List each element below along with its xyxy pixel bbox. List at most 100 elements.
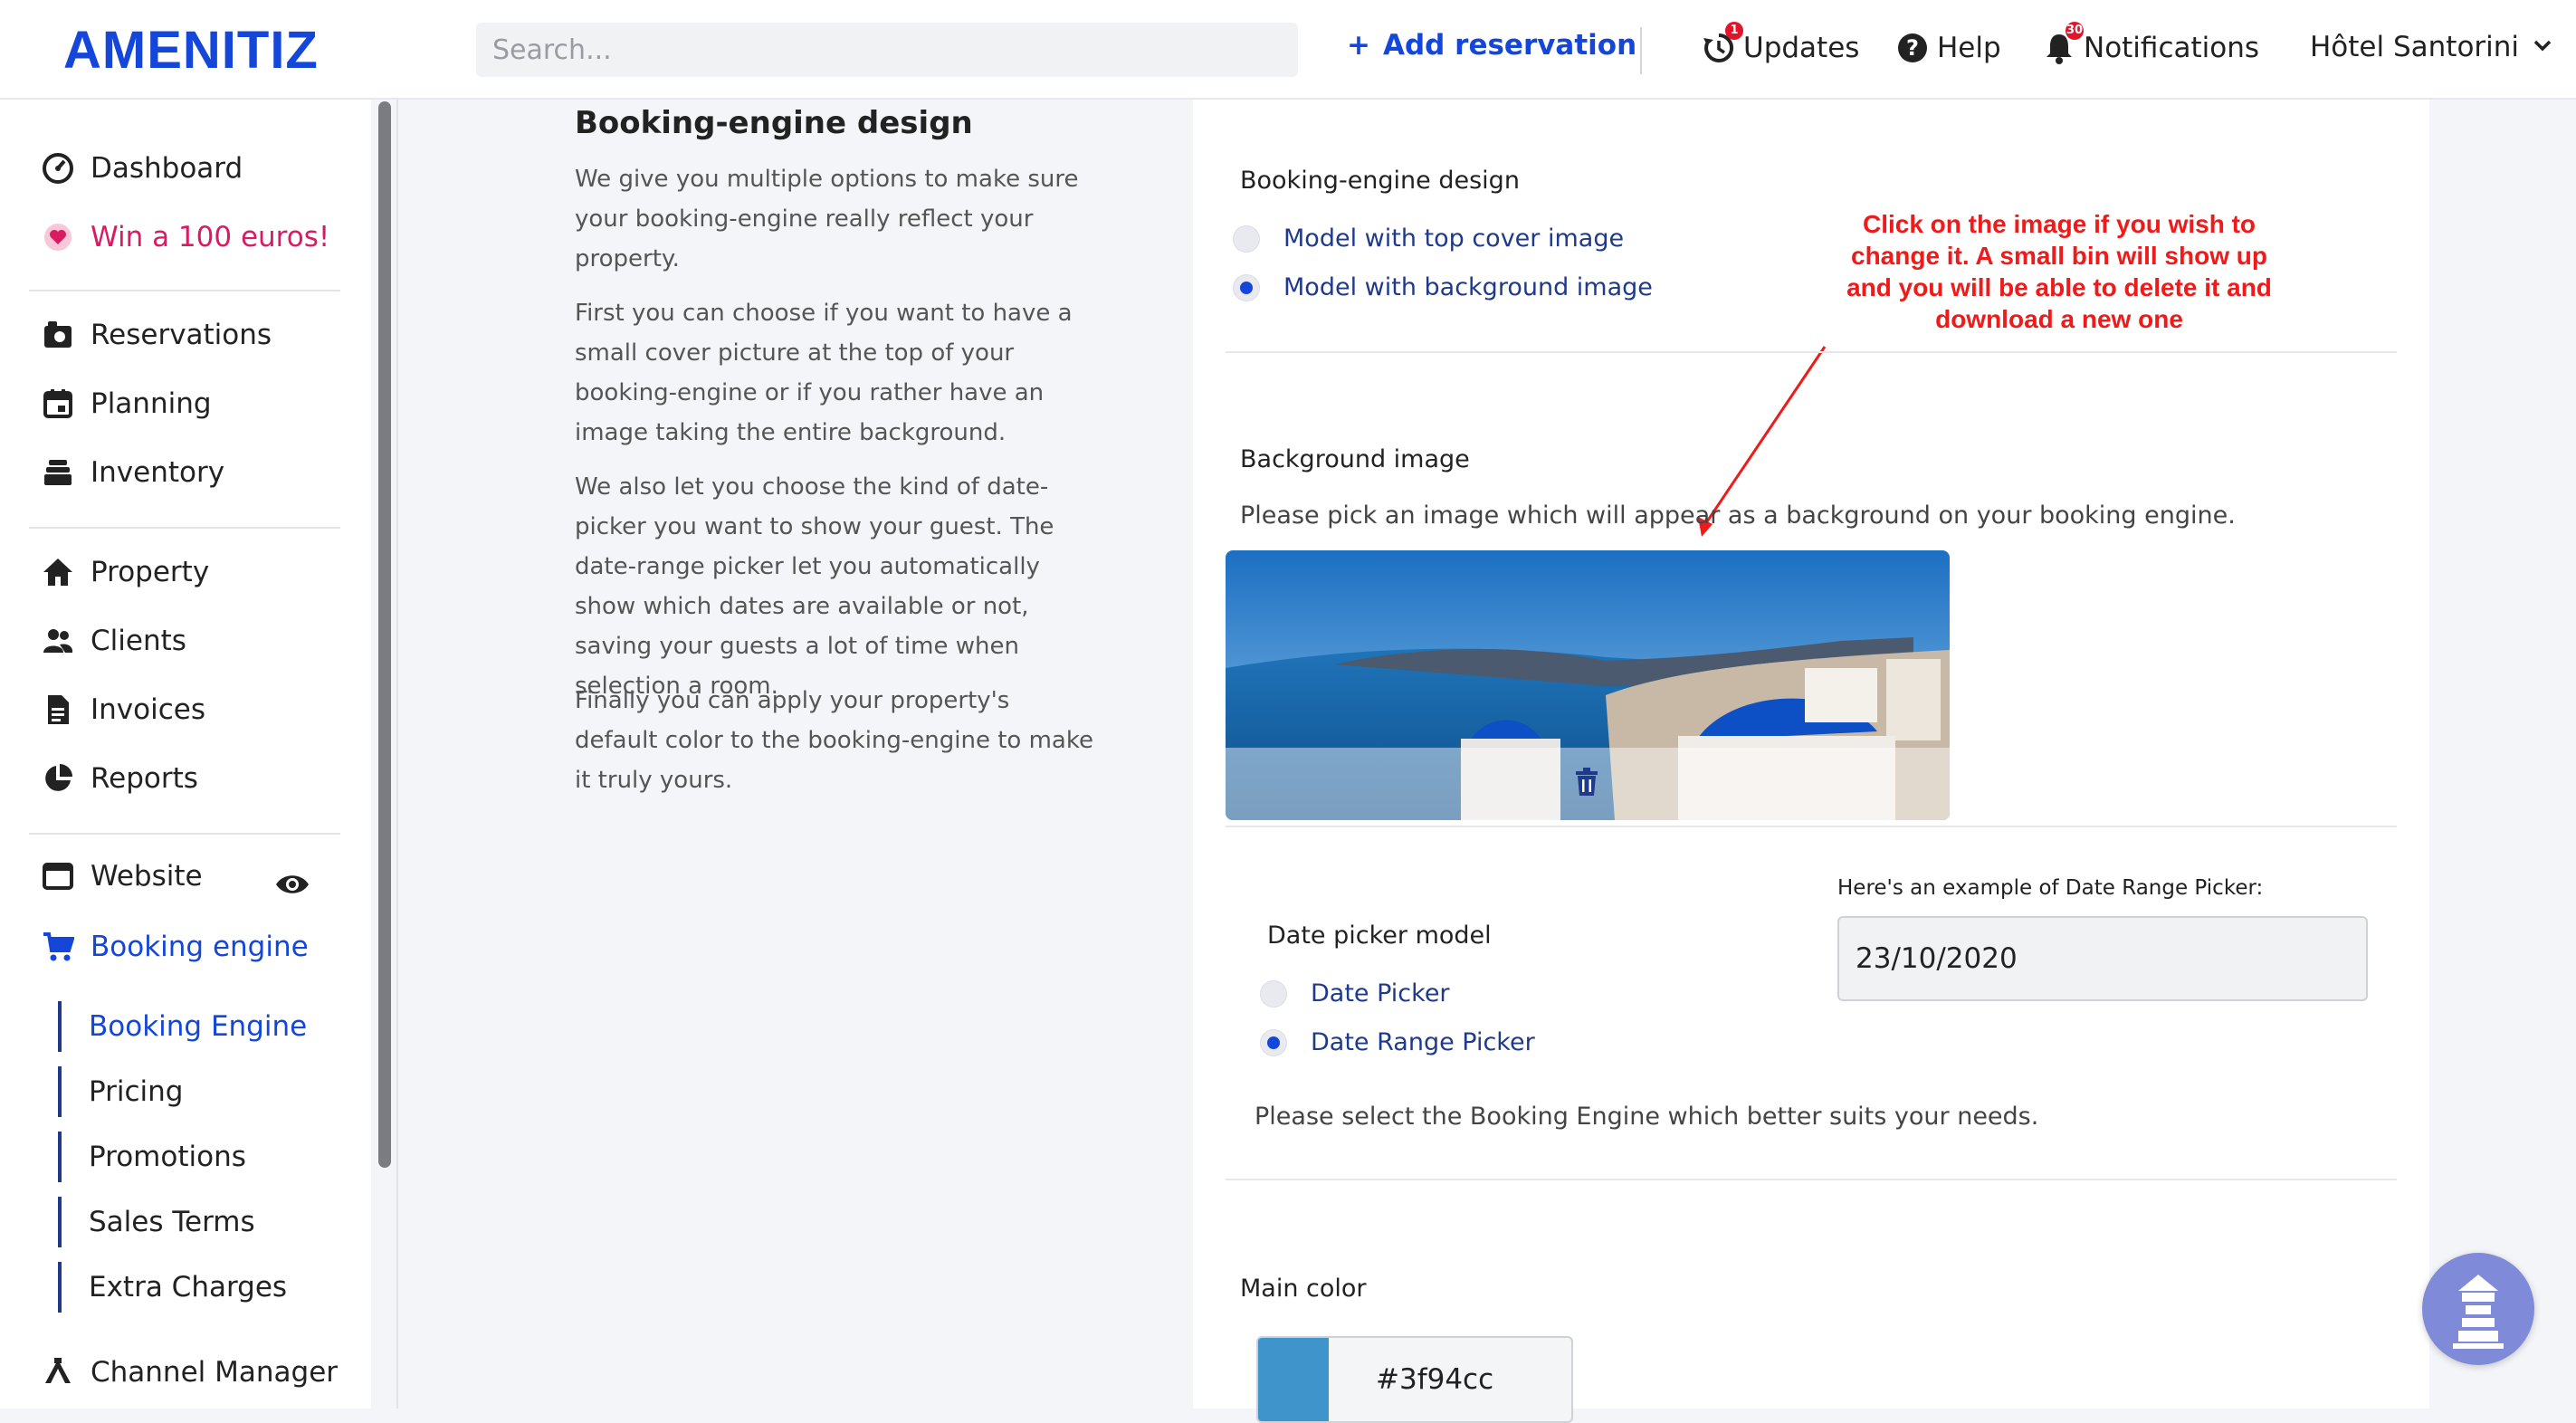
- trash-icon[interactable]: [1575, 768, 1598, 801]
- datepicker-label: Date picker model: [1267, 922, 1492, 950]
- subitem-label: Booking Engine: [89, 1010, 308, 1043]
- date-example-label: Here's an example of Date Range Picker:: [1837, 876, 2264, 900]
- sidebar-item-reports[interactable]: Reports: [42, 762, 198, 795]
- sidebar-label-invoices: Invoices: [91, 693, 205, 726]
- sidebar-item-clients[interactable]: Clients: [42, 625, 186, 657]
- question-circle-icon: ?: [1895, 31, 1930, 65]
- browser-window-icon: [42, 860, 74, 893]
- description-paragraph: We give you multiple options to make sur…: [575, 166, 1079, 272]
- sidebar-item-planning[interactable]: Planning: [42, 387, 212, 420]
- hotel-name: Hôtel Santorini: [2310, 31, 2520, 63]
- updates-badge: 1: [1725, 22, 1743, 40]
- sidebar-item-property[interactable]: Property: [42, 556, 209, 588]
- sidebar-label-website: Website: [91, 860, 203, 893]
- amenitiz-logo[interactable]: AMENITIZ: [63, 20, 319, 81]
- invoice-icon: [42, 693, 74, 726]
- help-label: Help: [1937, 32, 2001, 64]
- radio-button[interactable]: [1260, 1028, 1287, 1056]
- section-divider: [1226, 1179, 2397, 1180]
- sidebar-divider: [29, 290, 340, 291]
- radio-label: Date Range Picker: [1311, 1028, 1535, 1056]
- radio-background[interactable]: Model with background image: [1233, 273, 1653, 301]
- section-divider: [1226, 826, 2397, 827]
- annotation-text: Click on the image if you wish to change…: [1846, 210, 2272, 333]
- date-range-example-input[interactable]: [1837, 916, 2368, 1001]
- pie-chart-icon: [42, 762, 74, 795]
- sidebar-item-win[interactable]: Win a 100 euros!: [42, 221, 329, 253]
- subitem-label: Sales Terms: [89, 1206, 255, 1238]
- top-bar: AMENITIZ + Add reservation 1 Updates ? He…: [0, 0, 2576, 100]
- design-label: Booking-engine design: [1240, 167, 1520, 195]
- radio-button[interactable]: [1260, 979, 1287, 1008]
- lighthouse-icon: [2453, 1275, 2504, 1349]
- radio-date-picker[interactable]: Date Picker: [1260, 979, 1450, 1008]
- sidebar-item-inventory[interactable]: Inventory: [42, 456, 224, 489]
- sidebar-item-booking-engine[interactable]: Booking engine: [42, 931, 309, 963]
- add-reservation-button[interactable]: + Add reservation: [1347, 29, 1636, 62]
- sidebar-label-win: Win a 100 euros!: [91, 221, 330, 253]
- background-help: Please pick an image which will appear a…: [1240, 501, 2236, 530]
- layers-icon: [42, 456, 74, 489]
- sidebar-subitem-extra-charges[interactable]: Extra Charges: [58, 1262, 287, 1313]
- sidebar-subitem-promotions[interactable]: Promotions: [58, 1132, 246, 1182]
- section-divider: [1226, 351, 2397, 353]
- sidebar-divider: [29, 833, 340, 835]
- sidebar-subitem-booking-engine[interactable]: Booking Engine: [58, 1001, 307, 1052]
- sidebar-subitem-pricing[interactable]: Pricing: [58, 1066, 184, 1117]
- sidebar-item-channel-manager[interactable]: Channel Manager: [42, 1356, 338, 1389]
- subitem-label: Promotions: [89, 1141, 246, 1173]
- cart-icon: [42, 931, 75, 963]
- notifications-label: Notifications: [2084, 32, 2260, 64]
- background-label: Background image: [1240, 445, 1470, 473]
- svg-text:?: ?: [1906, 35, 1919, 61]
- channel-manager-icon: [42, 1356, 74, 1389]
- radio-button[interactable]: [1233, 273, 1260, 301]
- chat-support-button[interactable]: [2422, 1253, 2534, 1365]
- subitem-label: Pricing: [89, 1075, 184, 1108]
- sidebar-divider: [29, 527, 340, 529]
- main-color-label: Main color: [1240, 1275, 1367, 1303]
- radio-button[interactable]: [1233, 224, 1260, 253]
- sidebar-item-dashboard[interactable]: Dashboard: [42, 152, 243, 185]
- hotel-selector[interactable]: Hôtel Santorini: [2310, 31, 2553, 63]
- calendar-icon: [42, 387, 74, 420]
- subitem-label: Extra Charges: [89, 1271, 288, 1304]
- description-paragraph: Finally you can apply your property's de…: [575, 687, 1093, 794]
- description-paragraph: We also let you choose the kind of date-…: [575, 473, 1054, 700]
- radio-date-range-picker[interactable]: Date Range Picker: [1260, 1028, 1535, 1056]
- radio-label: Model with background image: [1283, 273, 1653, 301]
- datepicker-help: Please select the Booking Engine which b…: [1255, 1103, 2039, 1131]
- sidebar-label-booking-engine: Booking engine: [91, 931, 309, 963]
- chevron-down-icon: [2532, 31, 2553, 63]
- sidebar: Dashboard Win a 100 euros! Reservations …: [0, 100, 371, 1409]
- search-input[interactable]: [476, 23, 1298, 77]
- sidebar-label-dashboard: Dashboard: [91, 152, 243, 185]
- add-reservation-label: Add reservation: [1382, 29, 1637, 62]
- eye-icon[interactable]: [274, 871, 310, 903]
- home-icon: [42, 556, 74, 588]
- color-value[interactable]: #3f94cc: [1329, 1338, 1571, 1421]
- description-title: Booking-engine design: [575, 105, 973, 141]
- updates-label: Updates: [1743, 32, 1860, 64]
- notifications-button[interactable]: 30 Notifications: [2042, 22, 2260, 65]
- background-image[interactable]: [1226, 550, 1950, 820]
- sidebar-item-invoices[interactable]: Invoices: [42, 693, 205, 726]
- sidebar-label-planning: Planning: [91, 387, 212, 420]
- main-color-picker[interactable]: #3f94cc: [1256, 1336, 1573, 1423]
- notifications-badge: 30: [2066, 22, 2084, 40]
- color-swatch[interactable]: [1258, 1338, 1329, 1421]
- sidebar-label-property: Property: [91, 556, 210, 588]
- sidebar-item-reservations[interactable]: Reservations: [42, 319, 272, 351]
- reservations-icon: [42, 319, 74, 351]
- radio-label: Model with top cover image: [1283, 224, 1625, 253]
- sidebar-scrollbar-thumb[interactable]: [378, 101, 391, 1168]
- sidebar-item-website[interactable]: Website: [42, 860, 203, 893]
- sidebar-subitem-sales-terms[interactable]: Sales Terms: [58, 1197, 255, 1247]
- heart-icon: [42, 221, 74, 253]
- sidebar-label-reports: Reports: [91, 762, 198, 795]
- radio-top-cover[interactable]: Model with top cover image: [1233, 224, 1624, 253]
- topbar-divider: [1640, 27, 1642, 74]
- help-button[interactable]: ? Help: [1895, 31, 2001, 65]
- sidebar-label-reservations: Reservations: [91, 319, 272, 351]
- updates-button[interactable]: 1 Updates: [1702, 22, 1860, 65]
